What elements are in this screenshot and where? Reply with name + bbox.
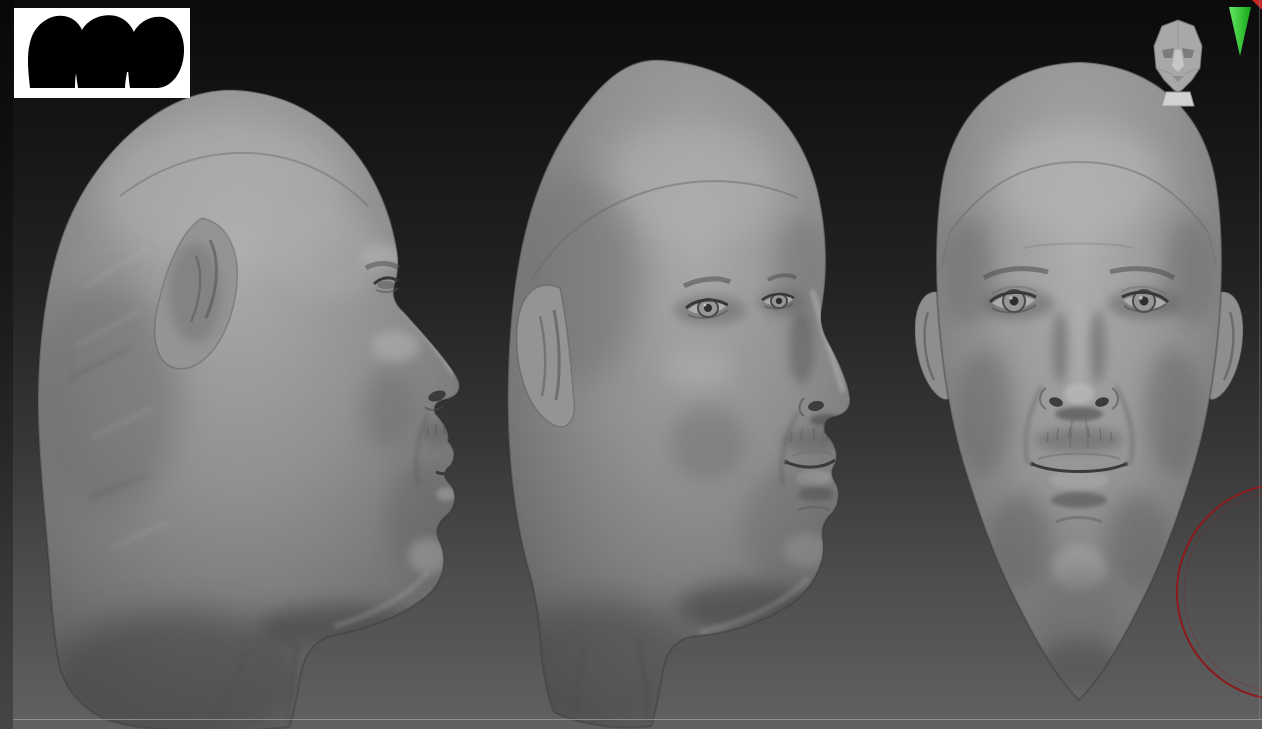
head-sculpt-profile-view[interactable] — [0, 78, 480, 729]
low-poly-head-icon[interactable] — [1148, 16, 1208, 108]
sculpt-viewport[interactable] — [0, 0, 1262, 729]
head-silhouette-front — [128, 16, 184, 88]
document-preview-thumbnail — [14, 8, 190, 98]
orientation-gizmo[interactable] — [1148, 7, 1262, 110]
canvas-left-margin — [0, 0, 13, 729]
green-axis-cone-icon[interactable] — [1228, 6, 1252, 58]
head-sculpt-three-quarter-view[interactable] — [462, 48, 898, 729]
red-axis-marker-icon[interactable] — [1250, 0, 1262, 12]
three-head-silhouettes-icon — [28, 15, 184, 88]
canvas-frame-bottom-line — [13, 719, 1262, 720]
canvas-frame-right-line — [1259, 0, 1260, 720]
brush-cursor-circle — [1176, 485, 1262, 699]
